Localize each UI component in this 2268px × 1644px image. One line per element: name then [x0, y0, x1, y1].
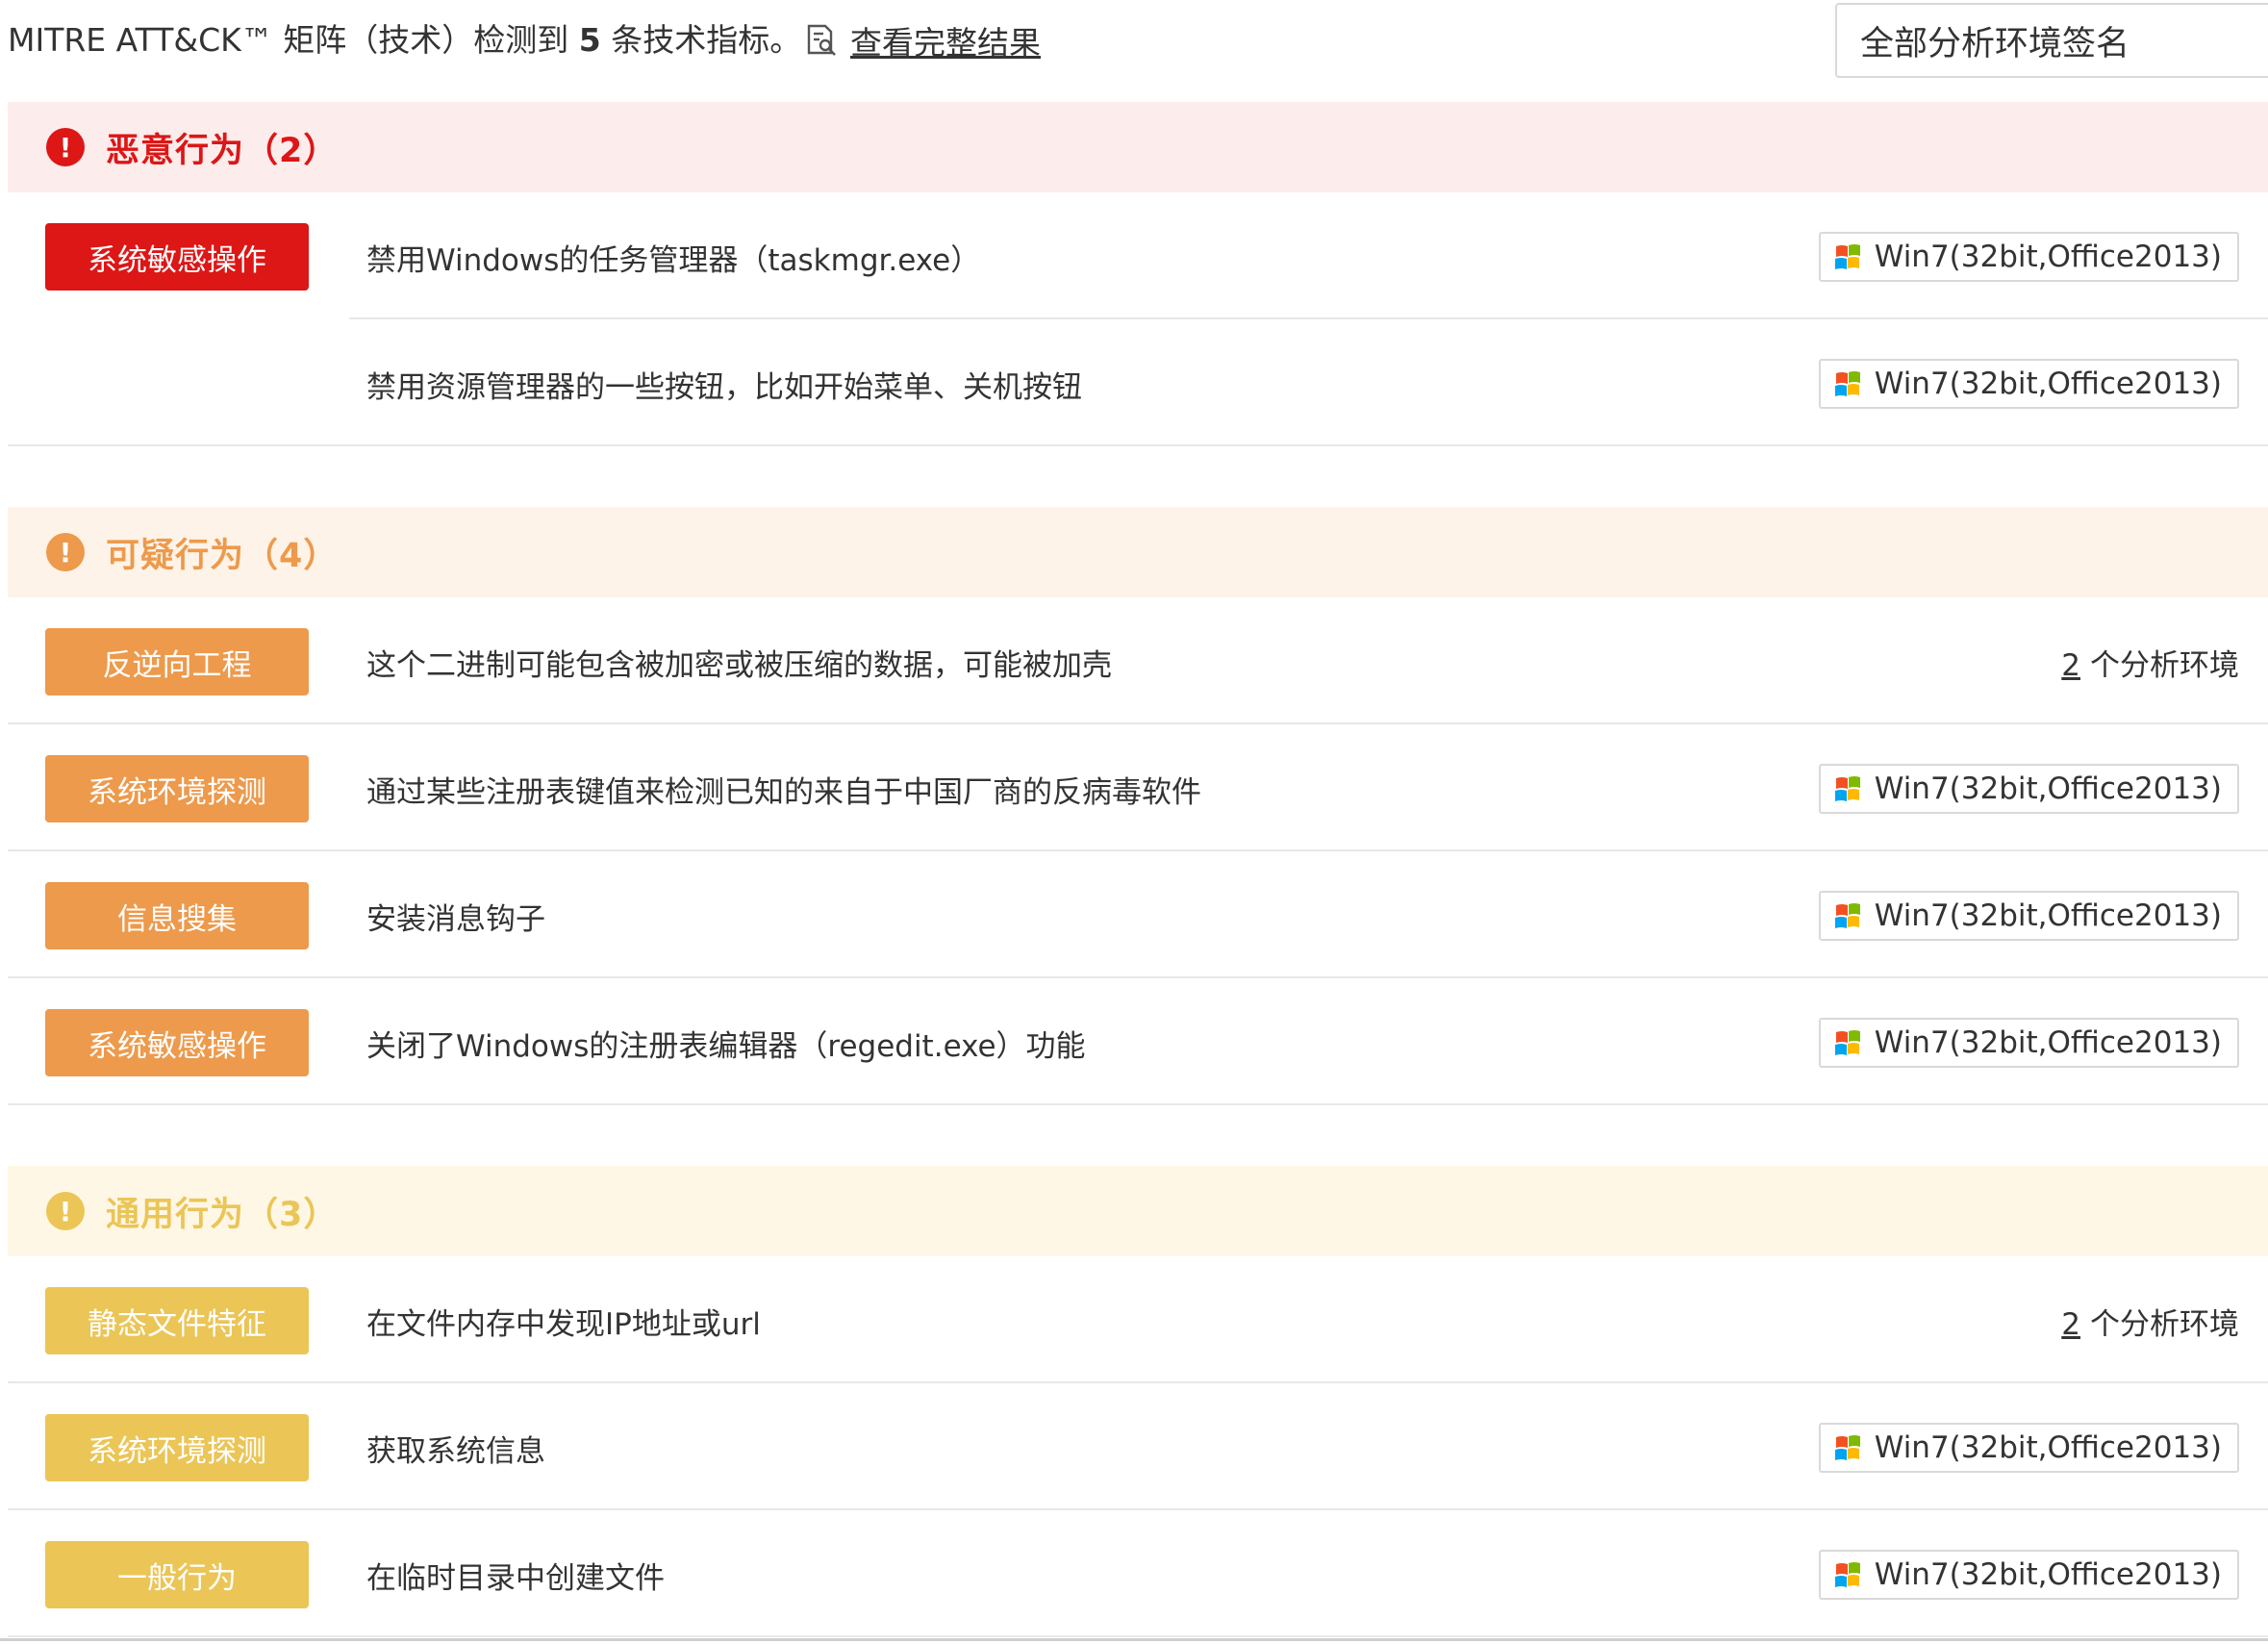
row-divider — [8, 1635, 2268, 1637]
technique-tag: 系统环境探测 — [45, 755, 309, 822]
technique-tag: 反逆向工程 — [45, 628, 309, 696]
behavior-description: 这个二进制可能包含被加密或被压缩的数据，可能被加壳 — [366, 647, 1112, 683]
analysis-env: Win7(32bit,Office2013) — [1818, 755, 2239, 822]
analysis-env: Win7(32bit,Office2013) — [1818, 882, 2239, 949]
section-header: ! 通用行为（3） — [8, 1166, 2268, 1256]
exclamation-circle-icon: ! — [46, 1192, 85, 1230]
env-label: Win7(32bit,Office2013) — [1874, 367, 2222, 401]
behavior-row: 反逆向工程 这个二进制可能包含被加密或被压缩的数据，可能被加壳 2 个分析环境 — [8, 597, 2268, 724]
exclamation-circle-icon: ! — [46, 128, 85, 166]
behavior-row: 系统环境探测 通过某些注册表键值来检测已知的来自于中国厂商的反病毒软件 Win7(3… — [8, 724, 2268, 851]
technique-tag: 一般行为 — [45, 1541, 309, 1608]
behavior-row: 静态文件特征 在文件内存中发现IP地址或url 2 个分析环境 — [8, 1256, 2268, 1383]
env-label: Win7(32bit,Office2013) — [1874, 771, 2222, 806]
behavior-description: 获取系统信息 — [366, 1433, 545, 1469]
section-header: ! 恶意行为（2） — [8, 102, 2268, 192]
analysis-env: Win7(32bit,Office2013) — [1818, 1541, 2239, 1608]
bottom-divider — [0, 1638, 2268, 1641]
behavior-row: 信息搜集 安装消息钩子 Win7(32bit,Office2013) — [8, 851, 2268, 978]
analysis-env: Win7(32bit,Office2013) — [1818, 350, 2239, 417]
env-label: Win7(32bit,Office2013) — [1874, 1430, 2222, 1465]
windows-logo-icon — [1834, 1030, 1860, 1055]
env-label: Win7(32bit,Office2013) — [1874, 1025, 2222, 1060]
env-badge: Win7(32bit,Office2013) — [1818, 764, 2239, 814]
row-divider — [8, 1103, 2268, 1105]
env-badge: Win7(32bit,Office2013) — [1818, 891, 2239, 941]
behavior-description: 安装消息钩子 — [366, 901, 545, 937]
env-signature-select[interactable]: 全部分析环境签名 — [1835, 3, 2268, 78]
windows-logo-icon — [1834, 1435, 1860, 1460]
row-divider — [8, 444, 2268, 446]
env-count-label: 个分析环境 — [2090, 1306, 2239, 1342]
summary-suffix: 条技术指标。 — [600, 21, 802, 59]
behavior-row: 系统环境探测 获取系统信息 Win7(32bit,Office2013) — [8, 1383, 2268, 1510]
env-badge: Win7(32bit,Office2013) — [1818, 1423, 2239, 1473]
summary-prefix: MITRE ATT&CK™ 矩阵（技术）检测到 — [8, 21, 579, 59]
windows-logo-icon — [1834, 371, 1860, 396]
behavior-description: 禁用Windows的任务管理器（taskmgr.exe） — [366, 242, 981, 278]
windows-logo-icon — [1834, 1562, 1860, 1587]
technique-tag: 信息搜集 — [45, 882, 309, 949]
behavior-description: 通过某些注册表键值来检测已知的来自于中国厂商的反病毒软件 — [366, 774, 1201, 810]
env-label: Win7(32bit,Office2013) — [1874, 1557, 2222, 1592]
windows-logo-icon — [1834, 776, 1860, 801]
summary-header: MITRE ATT&CK™ 矩阵（技术）检测到 5 条技术指标。 查看完整结果 … — [0, 0, 2268, 96]
env-badge: Win7(32bit,Office2013) — [1818, 232, 2239, 282]
section-title: 可疑行为（4） — [106, 536, 339, 575]
exclamation-circle-icon: ! — [46, 533, 85, 571]
env-badge: Win7(32bit,Office2013) — [1818, 359, 2239, 409]
section-header: ! 可疑行为（4） — [8, 507, 2268, 597]
behavior-description: 禁用资源管理器的一些按钮，比如开始菜单、关机按钮 — [366, 369, 1082, 405]
behavior-description: 关闭了Windows的注册表编辑器（regedit.exe）功能 — [366, 1028, 1086, 1064]
behavior-description: 在文件内存中发现IP地址或url — [366, 1306, 761, 1342]
view-full-results-link[interactable]: 查看完整结果 — [806, 15, 1041, 65]
analysis-env: 2 个分析环境 — [2061, 1287, 2239, 1354]
env-badge: Win7(32bit,Office2013) — [1818, 1018, 2239, 1068]
windows-logo-icon — [1834, 244, 1860, 269]
env-count-link[interactable]: 2 — [2061, 648, 2080, 683]
technique-tag: 系统环境探测 — [45, 1414, 309, 1481]
view-full-results-label: 查看完整结果 — [850, 24, 1041, 62]
env-count-link[interactable]: 2 — [2061, 1307, 2080, 1342]
windows-logo-icon — [1834, 903, 1860, 928]
analysis-env: Win7(32bit,Office2013) — [1818, 1414, 2239, 1481]
technique-tag: 系统敏感操作 — [45, 1009, 309, 1076]
env-count: 2 个分析环境 — [2061, 1300, 2239, 1343]
behavior-row: 一般行为 在临时目录中创建文件 Win7(32bit,Office2013) — [8, 1510, 2268, 1637]
env-label: Win7(32bit,Office2013) — [1874, 240, 2222, 274]
technique-tag: 静态文件特征 — [45, 1287, 309, 1354]
env-count-label: 个分析环境 — [2090, 647, 2239, 683]
env-badge: Win7(32bit,Office2013) — [1818, 1550, 2239, 1600]
section-title: 恶意行为（2） — [106, 131, 339, 170]
analysis-env: 2 个分析环境 — [2061, 628, 2239, 696]
behavior-row: 系统敏感操作 关闭了Windows的注册表编辑器（regedit.exe）功能 Wi… — [8, 978, 2268, 1105]
env-count: 2 个分析环境 — [2061, 641, 2239, 684]
env-select-value: 全部分析环境签名 — [1860, 24, 2130, 63]
technique-tag: 系统敏感操作 — [45, 223, 309, 291]
detection-summary: MITRE ATT&CK™ 矩阵（技术）检测到 5 条技术指标。 — [8, 15, 801, 65]
analysis-env: Win7(32bit,Office2013) — [1818, 1009, 2239, 1076]
search-document-icon — [807, 24, 836, 56]
section-title: 通用行为（3） — [106, 1195, 339, 1234]
env-label: Win7(32bit,Office2013) — [1874, 898, 2222, 933]
technique-count: 5 — [578, 21, 601, 59]
analysis-env: Win7(32bit,Office2013) — [1818, 223, 2239, 291]
behavior-description: 在临时目录中创建文件 — [366, 1560, 665, 1596]
behavior-row: 系统敏感操作 禁用Windows的任务管理器（taskmgr.exe） Win7(3… — [8, 192, 2268, 319]
behavior-row: 禁用资源管理器的一些按钮，比如开始菜单、关机按钮 Win7(32bit,Offic… — [8, 319, 2268, 446]
